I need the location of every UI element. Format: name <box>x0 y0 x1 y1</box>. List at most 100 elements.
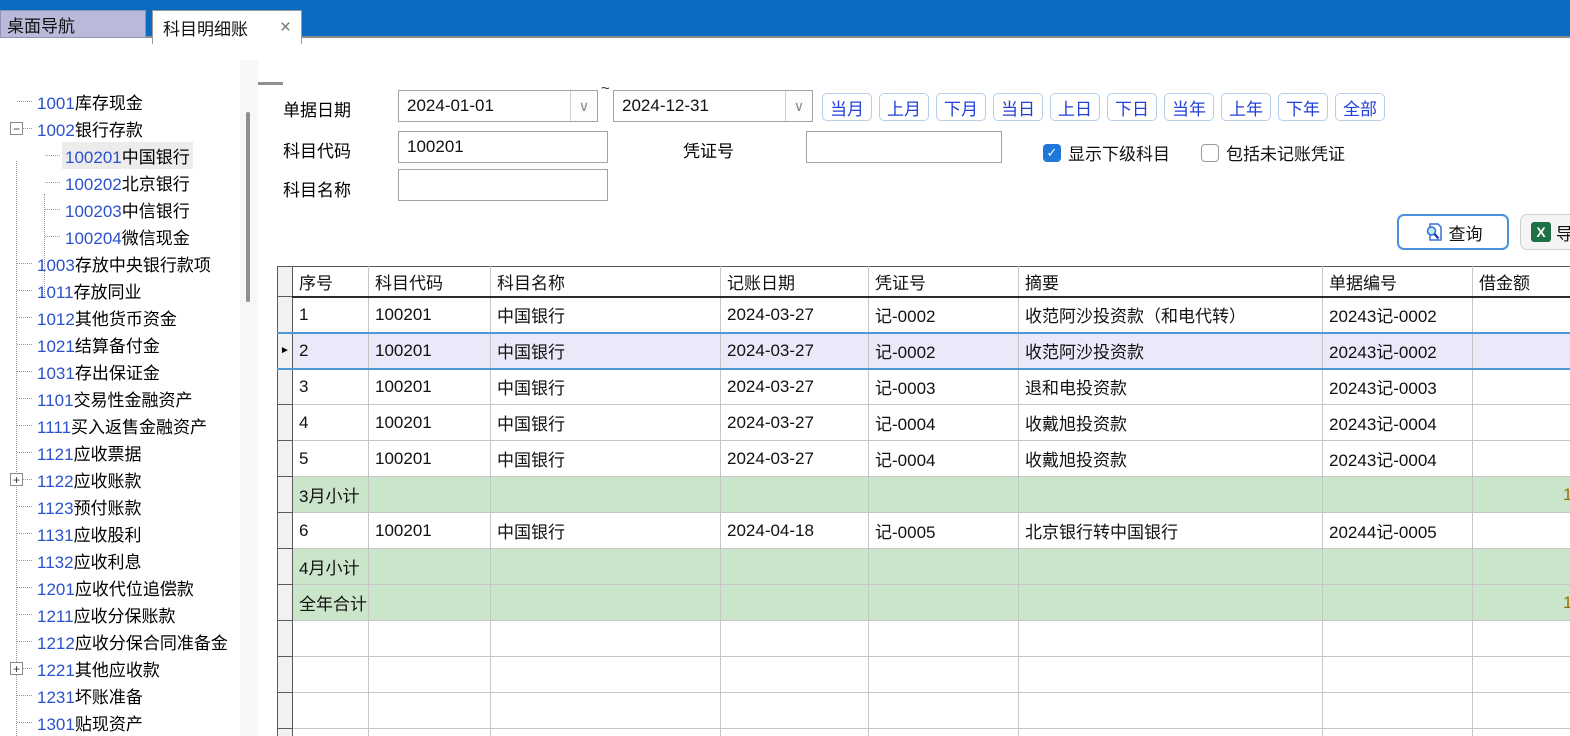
query-button[interactable]: 查询 <box>1397 214 1509 250</box>
current-row-marker[interactable]: ► <box>278 333 293 369</box>
chevron-down-icon[interactable]: ∨ <box>785 91 812 121</box>
tree-item-account[interactable]: 100201中国银行 <box>0 142 240 169</box>
show-sub-accounts-checkbox[interactable]: ✓ 显示下级科目 <box>1043 140 1170 165</box>
empty-row[interactable] <box>278 657 1570 693</box>
quick-date-button[interactable]: 当日 <box>993 93 1043 121</box>
quick-date-button[interactable]: 上月 <box>879 93 929 121</box>
row-selector[interactable] <box>278 657 293 693</box>
tree-item-account[interactable]: 1211应收分保账款 <box>0 601 240 628</box>
row-selector[interactable] <box>278 297 293 333</box>
date-to-value: 2024-12-31 <box>622 96 709 116</box>
tree-item-account[interactable]: + 1221其他应收款 <box>0 655 240 682</box>
expand-icon[interactable]: + <box>10 662 23 675</box>
tree-item-account[interactable]: 1301贴现资产 <box>0 709 240 736</box>
subtotal-row[interactable]: 全年合计1 <box>278 585 1570 621</box>
tree-item-account[interactable]: 1021结算备付金 <box>0 331 240 358</box>
empty-row[interactable] <box>278 621 1570 657</box>
column-header[interactable]: 借金额 <box>1473 267 1570 297</box>
tab-subject-ledger[interactable]: 科目明细账 × <box>152 10 302 44</box>
expand-icon[interactable]: + <box>10 473 23 486</box>
row-selector[interactable] <box>278 369 293 405</box>
quick-date-button[interactable]: 全部 <box>1335 93 1385 121</box>
tree-item-account[interactable]: 1121应收票据 <box>0 439 240 466</box>
cell: 收范阿沙投资款 <box>1019 333 1323 369</box>
quick-date-button[interactable]: 当年 <box>1164 93 1214 121</box>
cell <box>1019 621 1323 657</box>
row-selector[interactable] <box>278 549 293 585</box>
row-selector[interactable] <box>278 729 293 736</box>
tree-item-account[interactable]: 1011存放同业 <box>0 277 240 304</box>
subtotal-row[interactable]: 3月小计1 <box>278 477 1570 513</box>
row-selector[interactable] <box>278 585 293 621</box>
tree-item-account[interactable]: 100204微信现金 <box>0 223 240 250</box>
column-header[interactable]: 科目代码 <box>369 267 491 297</box>
tree-item-account[interactable]: 1001库存现金 <box>0 88 240 115</box>
quick-date-button[interactable]: 上年 <box>1221 93 1271 121</box>
tree-item-account[interactable]: 1201应收代位追偿款 <box>0 574 240 601</box>
tree-item-account[interactable]: 1212应收分保合同准备金 <box>0 628 240 655</box>
row-selector[interactable] <box>278 513 293 549</box>
column-header[interactable]: 记账日期 <box>721 267 869 297</box>
tree-item-account[interactable]: 1132应收利息 <box>0 547 240 574</box>
ledger-row[interactable]: ►2100201中国银行2024-03-27记-0002收范阿沙投资款20243… <box>278 333 1570 369</box>
account-code: 1201 <box>37 580 75 599</box>
cell: 中国银行 <box>491 405 721 441</box>
row-selector-header[interactable] <box>278 267 293 297</box>
quick-date-button[interactable]: 下日 <box>1107 93 1157 121</box>
export-excel-button[interactable]: X 导出 <box>1520 214 1570 250</box>
close-icon[interactable]: × <box>280 18 291 37</box>
tree-item-account[interactable]: 1031存出保证金 <box>0 358 240 385</box>
date-to-combobox[interactable]: 2024-12-31 ∨ <box>613 90 813 122</box>
tree-item-account[interactable]: 1231坏账准备 <box>0 682 240 709</box>
quick-date-button[interactable]: 上日 <box>1050 93 1100 121</box>
subtotal-row[interactable]: 4月小计 <box>278 549 1570 585</box>
column-header[interactable]: 科目名称 <box>491 267 721 297</box>
account-name-input[interactable] <box>398 169 608 201</box>
tree-item-account[interactable]: 1101交易性金融资产 <box>0 385 240 412</box>
tree-item-account[interactable]: 1131应收股利 <box>0 520 240 547</box>
ledger-row[interactable]: 5100201中国银行2024-03-27记-0004收戴旭投资款20243记-… <box>278 441 1570 477</box>
empty-row[interactable] <box>278 729 1570 736</box>
quick-date-button[interactable]: 下年 <box>1278 93 1328 121</box>
account-name: 应收利息 <box>74 553 142 572</box>
ledger-row[interactable]: 4100201中国银行2024-03-27记-0004收戴旭投资款20243记-… <box>278 405 1570 441</box>
tree-scrollbar-thumb[interactable] <box>246 112 250 302</box>
row-selector[interactable] <box>278 693 293 729</box>
collapse-icon[interactable]: − <box>10 122 23 135</box>
column-header[interactable]: 凭证号 <box>869 267 1019 297</box>
row-selector[interactable] <box>278 441 293 477</box>
tree-item-account[interactable]: 1111买入返售金融资产 <box>0 412 240 439</box>
chevron-down-icon[interactable]: ∨ <box>570 91 597 121</box>
tree-item-account[interactable]: + 1122应收账款 <box>0 466 240 493</box>
row-selector[interactable] <box>278 405 293 441</box>
column-header[interactable]: 摘要 <box>1019 267 1323 297</box>
tree-item-account[interactable]: 1012其他货币资金 <box>0 304 240 331</box>
tree-item-account[interactable]: − 1002银行存款 <box>0 115 240 142</box>
empty-row[interactable] <box>278 693 1570 729</box>
cell: 收戴旭投资款 <box>1019 405 1323 441</box>
quick-date-button[interactable]: 当月 <box>822 93 872 121</box>
ledger-row[interactable]: 6100201中国银行2024-04-18记-0005北京银行转中国银行2024… <box>278 513 1570 549</box>
date-from-combobox[interactable]: 2024-01-01 ∨ <box>398 90 598 122</box>
account-code: 1301 <box>37 715 75 734</box>
cell <box>1473 729 1570 736</box>
ledger-row[interactable]: 3100201中国银行2024-03-27记-0003退和电投资款20243记-… <box>278 369 1570 405</box>
tree-item-account[interactable]: 100203中信银行 <box>0 196 240 223</box>
voucher-no-input[interactable] <box>806 131 1002 163</box>
column-header[interactable]: 序号 <box>293 267 369 297</box>
column-header[interactable]: 单据编号 <box>1323 267 1473 297</box>
tree-item-account[interactable]: 100202北京银行 <box>0 169 240 196</box>
cell <box>491 729 721 736</box>
cell <box>1473 369 1570 405</box>
quick-date-button[interactable]: 下月 <box>936 93 986 121</box>
cell <box>293 657 369 693</box>
row-selector[interactable] <box>278 477 293 513</box>
account-code-input[interactable]: 100201 <box>398 131 608 163</box>
tree-item-account[interactable]: 1123预付账款 <box>0 493 240 520</box>
ledger-row[interactable]: 1100201中国银行2024-03-27记-0002收范阿沙投资款（和电代转）… <box>278 297 1570 333</box>
tab-desktop-navigation[interactable]: 桌面导航 <box>0 10 146 38</box>
cell: 100201 <box>369 333 491 369</box>
row-selector[interactable] <box>278 621 293 657</box>
tree-item-account[interactable]: 1003存放中央银行款项 <box>0 250 240 277</box>
include-unposted-checkbox[interactable]: 包括未记账凭证 <box>1201 140 1345 165</box>
